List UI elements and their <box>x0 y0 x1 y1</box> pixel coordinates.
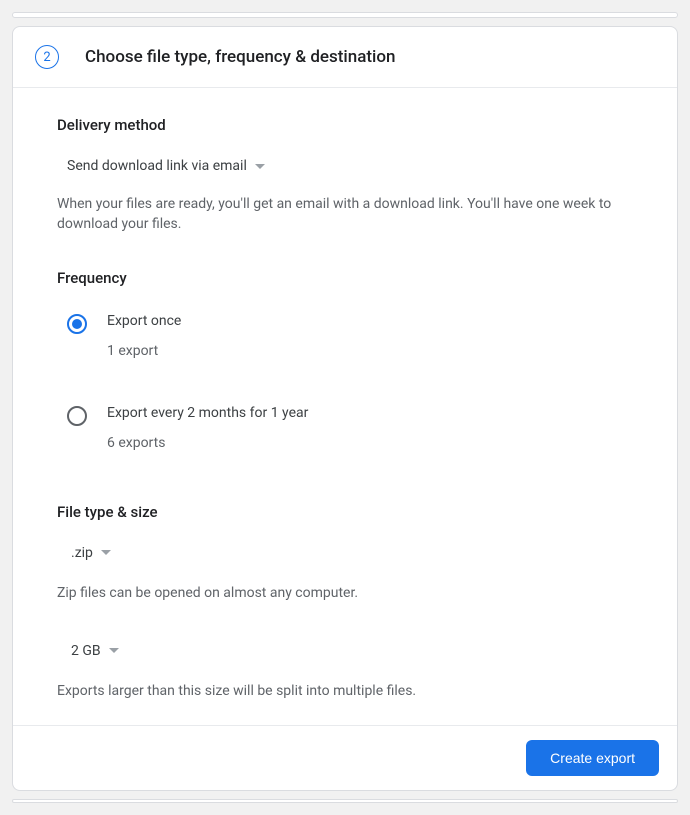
file-type-dropdown[interactable]: .zip <box>59 539 123 567</box>
step-card: 2 Choose file type, frequency & destinat… <box>12 26 678 791</box>
file-size-dropdown[interactable]: 2 GB <box>59 637 131 665</box>
chevron-down-icon <box>255 164 265 169</box>
step-number-badge: 2 <box>35 45 59 69</box>
file-type-selected: .zip <box>71 545 93 561</box>
file-size-helper: Exports larger than this size will be sp… <box>57 681 633 701</box>
previous-step-card <box>12 12 678 18</box>
radio-selected-icon <box>67 314 87 334</box>
step-footer: Create export <box>13 725 677 790</box>
create-export-button[interactable]: Create export <box>526 740 659 776</box>
radio-dot-icon <box>72 319 82 329</box>
radio-label: Export once <box>107 313 181 329</box>
frequency-option-export-once[interactable]: Export once 1 export <box>57 305 633 377</box>
radio-label: Export every 2 months for 1 year <box>107 405 308 421</box>
step-title: Choose file type, frequency & destinatio… <box>85 47 396 67</box>
frequency-radio-group: Export once 1 export Export every 2 mont… <box>57 305 633 469</box>
radio-sublabel: 1 export <box>107 343 181 359</box>
delivery-method-dropdown[interactable]: Send download link via email <box>55 152 277 180</box>
delivery-heading: Delivery method <box>57 116 633 134</box>
file-type-helper: Zip files can be opened on almost any co… <box>57 583 633 603</box>
chevron-down-icon <box>101 550 111 555</box>
file-size-selected: 2 GB <box>71 643 101 659</box>
next-step-card <box>12 799 678 803</box>
frequency-heading: Frequency <box>57 269 633 287</box>
frequency-section: Frequency Export once 1 export Export ev… <box>57 269 633 469</box>
chevron-down-icon <box>109 648 119 653</box>
filetype-section: File type & size .zip Zip files can be o… <box>57 503 633 702</box>
delivery-method-selected: Send download link via email <box>67 158 247 174</box>
step-header: 2 Choose file type, frequency & destinat… <box>13 27 677 88</box>
delivery-helper-text: When your files are ready, you'll get an… <box>57 194 633 235</box>
frequency-option-export-bimonthly[interactable]: Export every 2 months for 1 year 6 expor… <box>57 377 633 469</box>
filetype-heading: File type & size <box>57 503 633 521</box>
radio-text: Export every 2 months for 1 year 6 expor… <box>107 405 308 451</box>
radio-unselected-icon <box>67 406 87 426</box>
radio-sublabel: 6 exports <box>107 435 308 451</box>
radio-text: Export once 1 export <box>107 313 181 359</box>
delivery-method-section: Delivery method Send download link via e… <box>57 116 633 235</box>
step-body: Delivery method Send download link via e… <box>13 88 677 725</box>
